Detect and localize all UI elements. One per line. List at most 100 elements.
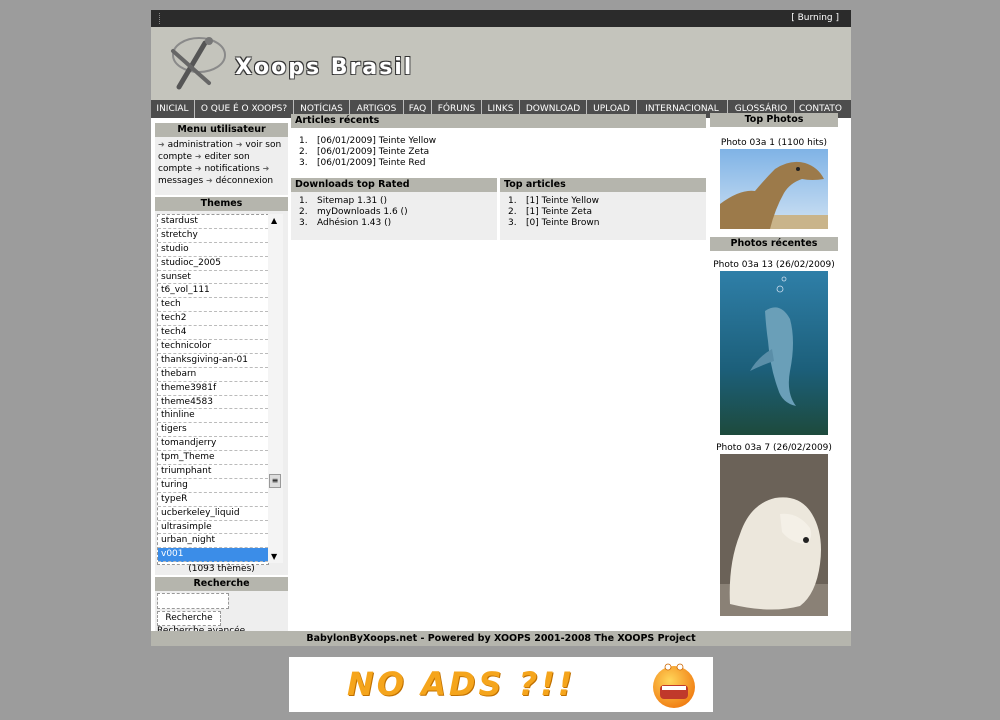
themes-title: Themes	[155, 197, 288, 211]
footer: BabylonByXoops.net - Powered by XOOPS 20…	[151, 631, 851, 646]
scroll-thumb[interactable]: ≡	[269, 474, 281, 488]
download-link[interactable]: Sitemap 1.31 ()	[317, 196, 387, 206]
ad-banner[interactable]: NO ADS ?!!	[289, 657, 713, 712]
shouting-smiley-icon	[653, 663, 695, 708]
menu-notifications[interactable]: notifications	[204, 164, 259, 174]
theme-option[interactable]: ucberkeley_liquid	[158, 507, 268, 521]
top-photos-title: Top Photos	[710, 113, 838, 127]
download-link[interactable]: myDownloads 1.6 ()	[317, 207, 408, 217]
list-item: 2. [1] Teinte Zeta	[500, 207, 706, 218]
downloads-list: 1. Sitemap 1.31 () 2. myDownloads 1.6 () 3…	[291, 192, 497, 240]
theme-scrollbar[interactable]: ▲ ≡ ▼	[268, 214, 283, 563]
theme-option[interactable]: tech	[158, 298, 268, 313]
search-input[interactable]	[157, 593, 229, 609]
search-button[interactable]: Recherche	[157, 611, 221, 626]
article-link[interactable]: [1] Teinte Zeta	[526, 207, 592, 217]
themes-block: stardust stretchy studio studioc_2005 su…	[155, 211, 288, 575]
theme-option[interactable]: triumphant	[158, 465, 268, 479]
list-item: 3. Adhésion 1.43 ()	[291, 218, 497, 229]
arrow-icon: ➜	[194, 152, 202, 161]
recent-articles-list: 1. [06/01/2009] Teinte Yellow 2. [06/01/20…	[291, 128, 706, 172]
arrow-icon: ➜	[262, 164, 270, 173]
arrow-icon: ➜	[235, 140, 243, 149]
theme-option[interactable]: studio	[158, 243, 268, 257]
item-number: 2.	[299, 147, 308, 157]
camel-photo[interactable]	[720, 149, 828, 229]
item-number: 1.	[508, 196, 517, 206]
item-number: 1.	[299, 136, 308, 146]
theme-option[interactable]: urban_night	[158, 534, 268, 549]
theme-option[interactable]: stretchy	[158, 229, 268, 243]
left-column: Menu utilisateur ➜ administration ➜ voir…	[155, 123, 288, 643]
theme-option[interactable]: ultrasimple	[158, 521, 268, 535]
theme-option[interactable]: tigers	[158, 423, 268, 438]
theme-select-list[interactable]: stardust stretchy studio studioc_2005 su…	[157, 214, 269, 565]
theme-option[interactable]: sunset	[158, 271, 268, 285]
polar-bear-photo[interactable]	[720, 454, 828, 616]
nav-o-que-e[interactable]: O QUE É O XOOPS?	[195, 100, 294, 118]
article-link[interactable]: [06/01/2009] Teinte Zeta	[317, 147, 429, 157]
page-container: [ Burning ] Xoops Brasil INICIAL O QUE É…	[151, 10, 851, 646]
item-number: 2.	[508, 207, 517, 217]
article-link[interactable]: [06/01/2009] Teinte Yellow	[317, 136, 436, 146]
scroll-up-icon[interactable]: ▲	[271, 216, 277, 225]
theme-option[interactable]: tomandjerry	[158, 437, 268, 452]
arrow-icon: ➜	[194, 164, 202, 173]
recent-photos-title: Photos récentes	[710, 237, 838, 251]
top-strip: [ Burning ]	[151, 10, 851, 27]
article-link[interactable]: [0] Teinte Brown	[526, 218, 600, 228]
menu-administration[interactable]: administration	[168, 140, 233, 150]
theme-option[interactable]: thanksgiving-an-01	[158, 354, 268, 368]
list-item: 2. [06/01/2009] Teinte Zeta	[291, 147, 706, 158]
theme-option[interactable]: theme4583	[158, 396, 268, 410]
top-articles-block: Top articles 1. [1] Teinte Yellow 2. [1] T…	[500, 178, 706, 240]
search-title: Recherche	[155, 577, 288, 591]
menu-messages[interactable]: messages	[158, 176, 203, 186]
arrow-icon: ➜	[158, 140, 165, 149]
theme-option[interactable]: tech2	[158, 312, 268, 327]
theme-option[interactable]: stardust	[158, 215, 268, 229]
theme-option[interactable]: theme3981f	[158, 382, 268, 396]
item-number: 3.	[508, 218, 517, 228]
site-name[interactable]: Xoops Brasil	[235, 55, 413, 80]
theme-option[interactable]: studioc_2005	[158, 257, 268, 271]
download-link[interactable]: Adhésion 1.43 ()	[317, 218, 391, 228]
list-item: 2. myDownloads 1.6 ()	[291, 207, 497, 218]
scroll-down-icon[interactable]: ▼	[271, 552, 277, 561]
photo-caption[interactable]: Photo 03a 1 (1100 hits)	[710, 138, 838, 148]
theme-option[interactable]: technicolor	[158, 340, 268, 354]
theme-option[interactable]: t6_vol_111	[158, 284, 268, 299]
list-item: 3. [06/01/2009] Teinte Red	[291, 158, 706, 169]
photo-caption[interactable]: Photo 03a 7 (26/02/2009)	[710, 443, 838, 453]
article-link[interactable]: [1] Teinte Yellow	[526, 196, 599, 206]
downloads-block: Downloads top Rated 1. Sitemap 1.31 () 2.…	[291, 178, 497, 240]
theme-option[interactable]: thinline	[158, 409, 268, 424]
theme-option[interactable]: typeR	[158, 493, 268, 507]
user-menu-title: Menu utilisateur	[155, 123, 288, 137]
list-item: 3. [0] Teinte Brown	[500, 218, 706, 229]
theme-option[interactable]: tpm_Theme	[158, 451, 268, 466]
recent-articles-block: Articles récents 1. [06/01/2009] Teinte Y…	[291, 114, 706, 172]
ad-text: NO ADS ?!!	[347, 665, 576, 703]
dolphin-photo[interactable]	[720, 271, 828, 435]
item-number: 3.	[299, 218, 308, 228]
menu-deconnexion[interactable]: déconnexion	[216, 176, 274, 186]
photo-caption[interactable]: Photo 03a 13 (26/02/2009)	[710, 260, 838, 270]
recent-articles-title: Articles récents	[291, 114, 706, 128]
downloads-title: Downloads top Rated	[291, 178, 497, 192]
article-link[interactable]: [06/01/2009] Teinte Red	[317, 158, 426, 168]
item-number: 3.	[299, 158, 308, 168]
arrow-icon: ➜	[206, 176, 213, 185]
site-header: Xoops Brasil	[151, 27, 851, 100]
theme-option[interactable]: thebarn	[158, 368, 268, 382]
xoops-logo-icon[interactable]	[161, 31, 231, 91]
theme-option-selected[interactable]: v001	[158, 548, 268, 563]
top-articles-title: Top articles	[500, 178, 706, 192]
theme-option[interactable]: turing	[158, 479, 268, 493]
list-item: 1. [06/01/2009] Teinte Yellow	[291, 136, 706, 147]
user-link[interactable]: [ Burning ]	[791, 13, 839, 23]
theme-option[interactable]: tech4	[158, 326, 268, 341]
divider	[159, 13, 160, 24]
nav-inicial[interactable]: INICIAL	[151, 100, 195, 118]
item-number: 2.	[299, 207, 308, 217]
